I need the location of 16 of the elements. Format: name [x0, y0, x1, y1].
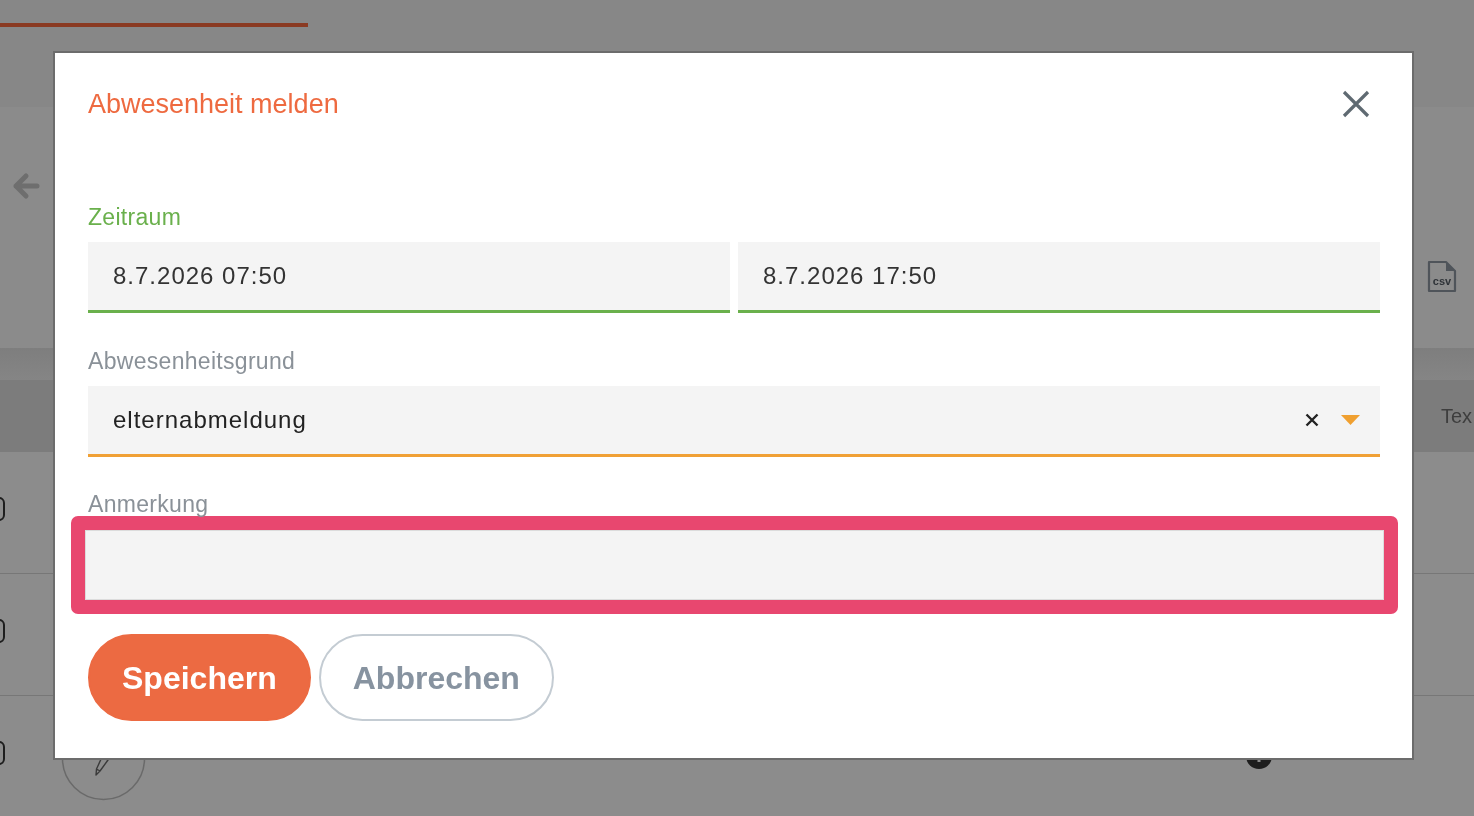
dialog-title: Abwesenheit melden [88, 88, 339, 120]
close-icon[interactable] [1342, 90, 1370, 118]
comment-field[interactable] [85, 530, 1384, 600]
field-label: Zeitraum [88, 204, 183, 230]
date-input[interactable]: 8.7.2026 17:50 [738, 242, 1380, 313]
selected-value: elternabmeldung [113, 405, 307, 435]
clear-icon[interactable] [1305, 413, 1319, 427]
checkbox[interactable] [0, 619, 6, 643]
field-label: Anmerkung [88, 492, 210, 516]
checkbox[interactable] [0, 741, 6, 765]
reason-select[interactable]: elternabmeldung [88, 386, 1380, 457]
csv-file-icon[interactable]: csv [1427, 260, 1457, 293]
field-label: Abwesenheitsgrund [88, 348, 297, 374]
date-input[interactable]: 8.7.2026 07:50 [88, 242, 730, 313]
checkbox[interactable] [0, 497, 6, 521]
column-header: Tex [1440, 404, 1473, 429]
